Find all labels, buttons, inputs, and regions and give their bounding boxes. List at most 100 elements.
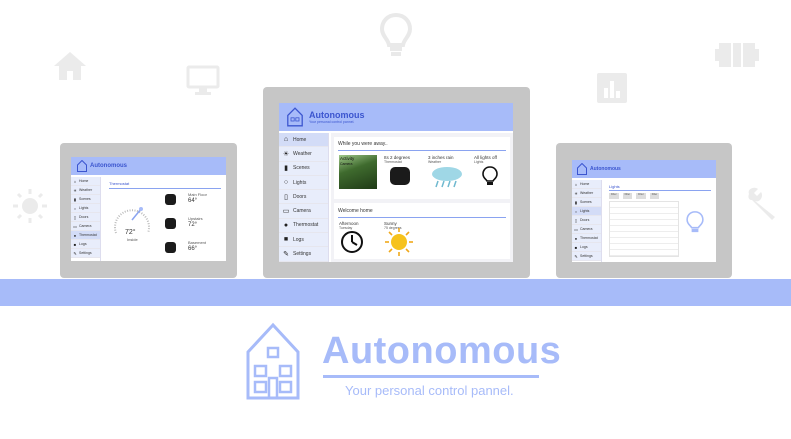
nav-logs[interactable]: ■ Logs — [572, 243, 601, 252]
nav-thermostat[interactable]: ● Thermostat — [279, 218, 328, 234]
welcome-title: Welcome home — [338, 208, 373, 214]
nav-home[interactable]: ⌂ Home — [279, 133, 328, 148]
nav-camera[interactable]: ▭ Camera — [572, 225, 601, 234]
filter-chip[interactable]: Filter — [636, 193, 646, 199]
nav-scenes[interactable]: ▮ Scenes — [279, 161, 328, 176]
thermostat-icon: ● — [283, 221, 289, 229]
nav-scenes[interactable]: ▮ Scenes — [71, 195, 100, 204]
main-area: Lights Filter Filter Filter Filter — [604, 180, 716, 262]
welcome-card: Welcome home Afternoon Tuesday Sunny 75 … — [334, 203, 510, 259]
tablet-center-screen: Autonomous Your personal control pannel.… — [279, 103, 513, 262]
gauge-value: 72° — [125, 229, 136, 236]
scenes-icon: ▮ — [574, 199, 578, 205]
home-icon: ⌂ — [283, 136, 289, 144]
logo-tagline: Your personal control pannel. — [345, 383, 514, 398]
nav-weather[interactable]: ☀ Weather — [279, 147, 328, 162]
monitor-icon — [186, 65, 220, 95]
nav-lights[interactable]: ○ Lights — [572, 207, 601, 216]
room-row[interactable]: Basement 66° — [165, 239, 223, 259]
accent-band — [0, 279, 791, 306]
main-area: While you were away.. Activity Camera It… — [331, 133, 513, 262]
thermostat-icon: ● — [574, 235, 578, 241]
door-icon: ▯ — [73, 214, 77, 220]
brand-name: Autonomous — [590, 166, 621, 172]
tablet-center: Autonomous Your personal control pannel.… — [263, 87, 530, 278]
thermostat-icon: ● — [73, 232, 77, 238]
battery-icon — [715, 43, 759, 67]
tablet-left-screen: Autonomous ⌂ Home ☀ Weather ▮ Scenes ○ Light… — [71, 157, 226, 261]
clock-icon — [341, 231, 363, 253]
nav-logs[interactable]: ■ Logs — [279, 233, 328, 248]
nav-settings[interactable]: ✎ Settings — [279, 247, 328, 262]
filter-chip[interactable]: Filter — [609, 193, 619, 199]
away-item-thermostat[interactable]: Its 2 degrees Thermostat — [384, 155, 424, 195]
nav-scenes[interactable]: ▮ Scenes — [572, 198, 601, 207]
app-header: Autonomous — [71, 157, 226, 175]
lightbulb-icon: ○ — [574, 208, 578, 214]
nav-doors[interactable]: ▯ Doors — [71, 213, 100, 222]
filter-chip[interactable]: Filter — [649, 193, 660, 199]
weather-icon: ☀ — [574, 190, 578, 196]
thermostat-device-icon — [390, 167, 410, 185]
sidebar: ⌂ Home ☀ Weather ▮ Scenes ○ Lights ▯ Doors ▭ C… — [279, 133, 329, 262]
away-item-lights[interactable]: All lights off Lights — [474, 155, 510, 195]
nav-lights[interactable]: ○ Lights — [279, 175, 328, 191]
house-logo-icon — [246, 322, 300, 400]
nav-logs[interactable]: ■ Logs — [71, 240, 100, 249]
weather-icon: ☀ — [282, 150, 290, 158]
logs-icon: ■ — [73, 241, 77, 247]
nav-weather[interactable]: ☀ Weather — [572, 189, 601, 198]
nav-thermostat[interactable]: ● Thermostat — [572, 234, 601, 243]
thermostat-device-icon — [165, 242, 176, 253]
logo-title: Autonomous — [322, 330, 562, 372]
page-title: Lights — [609, 184, 620, 189]
nav-settings[interactable]: ✎ Settings — [572, 252, 601, 261]
nav-camera[interactable]: ▭ Camera — [279, 204, 328, 219]
camera-icon: ▭ — [73, 223, 77, 229]
brand-tagline: Your personal control pannel. — [309, 120, 355, 124]
main-area: Thermostat 72° Inside Main Floor 64° Ups… — [103, 177, 226, 261]
sidebar: ⌂ Home ☀ Weather ▮ Scenes ○ Lights ▯ Doors ▭ C… — [572, 180, 602, 262]
weather-icon: ☀ — [73, 187, 77, 193]
house-logo-icon — [577, 163, 587, 175]
sun-icon — [385, 228, 413, 256]
lights-table — [609, 201, 679, 257]
app-header: Autonomous — [572, 160, 716, 178]
filter-bar: Filter Filter Filter Filter — [609, 193, 679, 199]
lightbulb-icon — [482, 166, 498, 185]
thermostat-device-icon — [165, 194, 176, 205]
welcome-item-weather[interactable]: Sunny 75 degrees — [384, 221, 424, 257]
room-row[interactable]: Main Floor 64° — [165, 191, 223, 211]
camera-icon: ▭ — [574, 226, 578, 232]
away-item-activity[interactable]: Activity Camera — [339, 155, 379, 195]
rain-cloud-icon — [432, 167, 462, 188]
away-card: While you were away.. Activity Camera It… — [334, 137, 510, 199]
filter-chip[interactable]: Filter — [622, 193, 633, 199]
tablet-right: Autonomous ⌂ Home ☀ Weather ▮ Scenes ○ Light… — [556, 143, 732, 278]
room-row[interactable]: Upstairs 72° — [165, 215, 223, 235]
nav-doors[interactable]: ▯ Doors — [279, 190, 328, 205]
sidebar: ⌂ Home ☀ Weather ▮ Scenes ○ Lights ▯ Doors ▭ C… — [71, 177, 101, 261]
wrench-icon: ✎ — [73, 250, 77, 256]
nav-settings[interactable]: ✎ Settings — [71, 249, 100, 258]
nav-lights[interactable]: ○ Lights — [71, 204, 100, 213]
nav-home[interactable]: ⌂ Home — [572, 180, 601, 189]
nav-doors[interactable]: ▯ Doors — [572, 216, 601, 225]
welcome-item-time[interactable]: Afternoon Tuesday — [339, 221, 379, 257]
nav-thermostat[interactable]: ● Thermostat — [71, 231, 100, 240]
wrench-icon: ✎ — [283, 251, 289, 259]
chart-icon — [597, 73, 627, 103]
camera-icon: ▭ — [282, 208, 290, 216]
scenes-icon: ▮ — [73, 196, 77, 202]
scenes-icon: ▮ — [284, 165, 288, 173]
house-logo-icon — [287, 107, 303, 127]
thermostat-device-icon — [165, 218, 176, 229]
nav-camera[interactable]: ▭ Camera — [71, 222, 100, 231]
nav-weather[interactable]: ☀ Weather — [71, 186, 100, 195]
lightbulb-icon: ○ — [73, 205, 77, 211]
nav-home[interactable]: ⌂ Home — [71, 177, 100, 186]
home-icon: ⌂ — [73, 178, 77, 184]
lightbulb-icon — [686, 211, 704, 233]
away-item-weather[interactable]: 3 inches rain Weather — [428, 155, 468, 195]
gauge-label: Inside — [127, 237, 138, 242]
